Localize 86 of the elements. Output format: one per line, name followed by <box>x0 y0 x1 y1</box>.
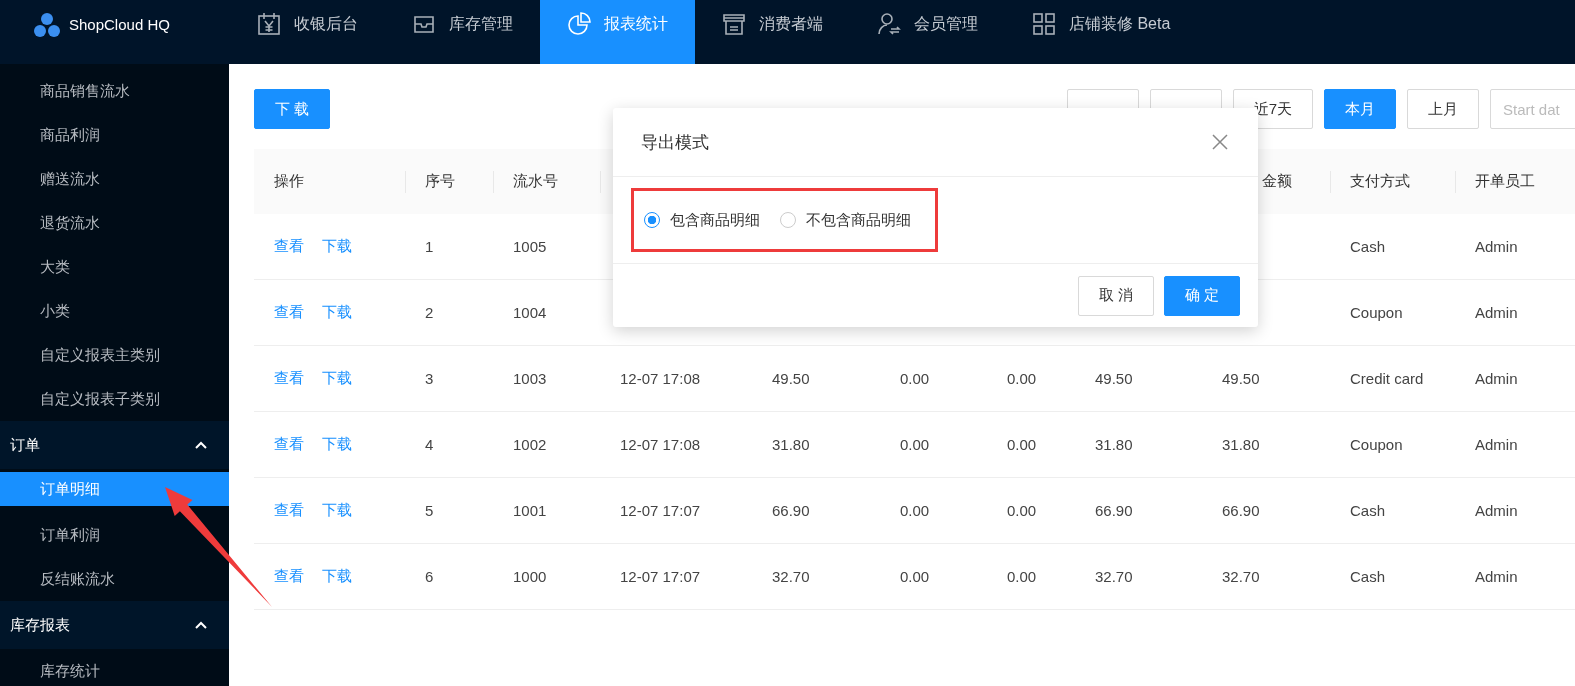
sidebar-item[interactable]: 退货流水 <box>0 201 229 245</box>
table-cell: Admin <box>1455 477 1575 544</box>
table-cell: 1003 <box>493 345 600 412</box>
table-cell: Admin <box>1455 411 1575 478</box>
calendar-icon <box>257 12 281 36</box>
table-cell: 32.70 <box>1202 543 1330 610</box>
table-cell: Cash <box>1330 477 1455 544</box>
column-header: 支付方式 <box>1330 149 1455 214</box>
table-cell: 0.00 <box>880 477 987 544</box>
table-cell: 66.90 <box>752 477 880 544</box>
table-cell: 32.70 <box>1075 543 1202 610</box>
table-cell: 32.70 <box>752 543 880 610</box>
option-label[interactable]: 包含商品明细 <box>670 210 760 230</box>
table-cell: 1 <box>405 214 493 280</box>
table-cell: 12-07 17:07 <box>600 543 752 610</box>
table-cell: Credit card <box>1330 345 1455 412</box>
storefront-icon <box>722 12 746 36</box>
nav-tab[interactable]: 收银后台 <box>230 0 385 64</box>
sidebar-item[interactable]: 自定义报表主类别 <box>0 333 229 377</box>
nav-tab[interactable]: 店铺装修 Beta <box>1005 0 1198 64</box>
table-cell: 1005 <box>493 214 600 280</box>
table-cell: 0.00 <box>987 411 1075 478</box>
table-cell: 31.80 <box>1075 411 1202 478</box>
sidebar-item[interactable]: 商品销售流水 <box>0 69 229 113</box>
grid-icon <box>1032 12 1056 36</box>
nav-tab[interactable]: 库存管理 <box>385 0 540 64</box>
table-cell: 3 <box>405 345 493 412</box>
close-icon[interactable] <box>1212 134 1228 150</box>
sidebar-item[interactable]: 自定义报表子类别 <box>0 377 229 421</box>
table-cell: 0.00 <box>987 345 1075 412</box>
app-name: ShopCloud HQ <box>69 15 170 35</box>
option-label[interactable]: 不包含商品明细 <box>806 210 911 230</box>
column-header: 操作 <box>254 149 405 214</box>
cancel-button[interactable]: 取 消 <box>1078 275 1154 316</box>
table-cell: Admin <box>1455 279 1575 346</box>
table-cell: 49.50 <box>1075 345 1202 412</box>
dialog-title: 导出模式 <box>641 131 709 154</box>
sidebar-item[interactable]: 反结账流水 <box>0 557 229 601</box>
nav-tab[interactable]: 会员管理 <box>850 0 1005 64</box>
table-cell: 1002 <box>493 411 600 478</box>
table-cell: 5 <box>405 477 493 544</box>
table-cell: 0.00 <box>880 543 987 610</box>
table-cell: 66.90 <box>1075 477 1202 544</box>
column-header: 开单员工 <box>1455 149 1575 214</box>
nav-tab[interactable]: 消费者端 <box>695 0 850 64</box>
table-cell: Coupon <box>1330 279 1455 346</box>
table-cell: 1001 <box>493 477 600 544</box>
sidebar-group[interactable]: 库存报表 <box>10 615 70 635</box>
table-cell: 4 <box>405 411 493 478</box>
table-cell: 0.00 <box>987 477 1075 544</box>
column-header: 序号 <box>405 149 493 214</box>
start-date-field[interactable]: Start dat <box>1490 89 1575 129</box>
table-cell: 12-07 17:07 <box>600 477 752 544</box>
table-cell: 6 <box>405 543 493 610</box>
table-cell: 1004 <box>493 279 600 346</box>
table-cell: Cash <box>1330 214 1455 280</box>
table-cell: 49.50 <box>752 345 880 412</box>
pie-chart-icon <box>567 12 591 36</box>
table-cell: 12-07 17:08 <box>600 411 752 478</box>
sidebar-item[interactable]: 库存统计 <box>0 649 229 686</box>
sidebar-item[interactable]: 商品利润 <box>0 113 229 157</box>
table-cell: 66.90 <box>1202 477 1330 544</box>
table-cell: Admin <box>1455 214 1575 280</box>
radio-button[interactable] <box>644 212 660 228</box>
table-cell: 0.00 <box>880 411 987 478</box>
table-cell: Admin <box>1455 543 1575 610</box>
table-cell: Cash <box>1330 543 1455 610</box>
table-cell: 49.50 <box>1202 345 1330 412</box>
table-cell: 1000 <box>493 543 600 610</box>
table-cell: Coupon <box>1330 411 1455 478</box>
table-cell: 2 <box>405 279 493 346</box>
date-range-button[interactable]: 上月 <box>1407 89 1479 129</box>
logo-icon <box>33 12 61 38</box>
table-cell: 0.00 <box>880 345 987 412</box>
user-swap-icon <box>877 12 901 36</box>
sidebar-item[interactable]: 赠送流水 <box>0 157 229 201</box>
sidebar-item[interactable]: 小类 <box>0 289 229 333</box>
sidebar-group[interactable]: 订单 <box>10 435 40 455</box>
table-cell: 31.80 <box>752 411 880 478</box>
sidebar-item[interactable]: 大类 <box>0 245 229 289</box>
table-cell: 0.00 <box>987 543 1075 610</box>
table-cell: 12-07 17:08 <box>600 345 752 412</box>
table-cell: Admin <box>1455 345 1575 412</box>
table-cell: 31.80 <box>1202 411 1330 478</box>
column-header: 流水号 <box>493 149 600 214</box>
sidebar-item[interactable]: 订单利润 <box>0 513 229 557</box>
